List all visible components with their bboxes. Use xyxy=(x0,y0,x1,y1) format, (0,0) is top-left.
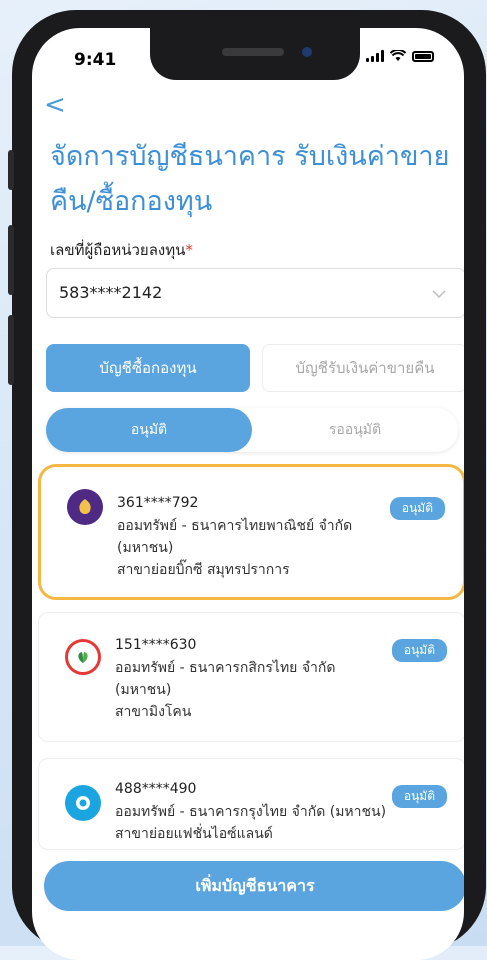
chevron-down-icon xyxy=(432,290,446,299)
status-time: 9:41 xyxy=(74,50,117,70)
holder-select[interactable]: 583****2142 xyxy=(46,268,464,318)
phone-screen: 9:41 < จัดการบัญชีธนาคาร รับเงินค่าขายคื… xyxy=(32,28,464,960)
filter-approved[interactable]: อนุมัติ xyxy=(46,408,252,452)
ktb-bank-icon xyxy=(65,785,101,821)
tab-redemption-account[interactable]: บัญชีรับเงินค่าขายคืน xyxy=(262,344,464,392)
status-badge: อนุมัติ xyxy=(391,639,447,662)
account-branch: สาขามิงโคน xyxy=(115,704,192,720)
holder-select-value: 583****2142 xyxy=(59,283,163,302)
phone-frame: 9:41 < จัดการบัญชีธนาคาร รับเงินค่าขายคื… xyxy=(8,10,486,960)
account-bank-suffix: (มหาชน) xyxy=(115,682,172,698)
tab-buy-account[interactable]: บัญชีซื้อกองทุน xyxy=(46,344,250,392)
scb-bank-icon xyxy=(67,489,103,525)
notch xyxy=(150,28,360,80)
account-number: 488****490 xyxy=(115,781,197,797)
camera xyxy=(302,47,312,57)
holder-label-text: เลขที่ผู้ถือหน่วยลงทุน xyxy=(50,241,186,259)
status-icons xyxy=(366,50,434,62)
account-card[interactable]: 488****490 ออมทรัพย์ - ธนาคารกรุงไทย จำก… xyxy=(38,758,464,850)
account-branch: สาขาย่อยแฟชั่นไอซ์แลนด์ xyxy=(115,826,273,842)
account-number: 151****630 xyxy=(115,637,197,653)
wifi-icon xyxy=(390,50,406,61)
back-button[interactable]: < xyxy=(44,90,66,120)
volume-down-button xyxy=(8,315,14,385)
account-card[interactable]: 151****630 ออมทรัพย์ - ธนาคารกสิกรไทย จำ… xyxy=(38,612,464,742)
battery-icon xyxy=(412,50,434,62)
account-type-bank: ออมทรัพย์ - ธนาคารกสิกรไทย จำกัด xyxy=(115,660,336,676)
page-title: จัดการบัญชีธนาคาร รับเงินค่าขายคืน/ซื้อก… xyxy=(50,141,450,217)
account-number: 361****792 xyxy=(117,495,199,511)
holder-label: เลขที่ผู้ถือหน่วยลงทุน* xyxy=(50,238,193,262)
filter-pending[interactable]: รออนุมัติ xyxy=(252,408,458,452)
signal-icon xyxy=(366,50,384,62)
account-card[interactable]: 361****792 ออมทรัพย์ - ธนาคารไทยพาณิชย์ … xyxy=(38,464,464,600)
status-filter: อนุมัติ รออนุมัติ xyxy=(46,408,458,452)
kbank-icon xyxy=(65,639,101,675)
add-bank-account-button[interactable]: เพิ่มบัญชีธนาคาร xyxy=(44,861,464,911)
status-badge: อนุมัติ xyxy=(389,497,445,520)
account-type-bank: ออมทรัพย์ - ธนาคารไทยพาณิชย์ จำกัด xyxy=(117,518,353,534)
mute-switch xyxy=(8,150,14,190)
account-bank-suffix: (มหาชน) xyxy=(117,540,174,556)
account-branch: สาขาย่อยบิ๊กซี สมุทรปราการ xyxy=(117,562,290,578)
required-mark: * xyxy=(185,241,193,259)
volume-up-button xyxy=(8,225,14,295)
chevron-left-icon: < xyxy=(44,90,66,120)
account-type-tabs: บัญชีซื้อกองทุน บัญชีรับเงินค่าขายคืน xyxy=(46,344,464,392)
speaker xyxy=(222,48,284,56)
status-badge: อนุมัติ xyxy=(391,785,447,808)
